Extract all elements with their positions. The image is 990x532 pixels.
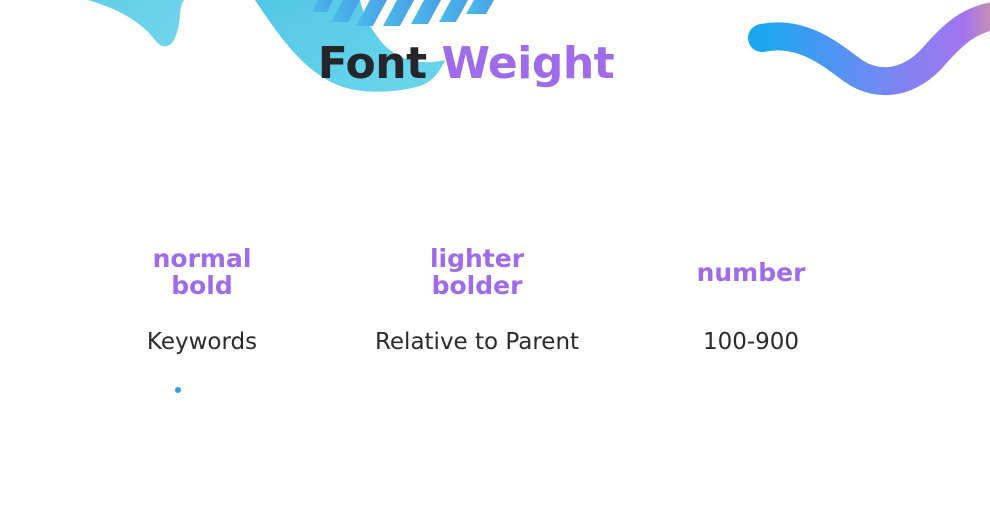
column-number: number 100-900 <box>611 240 891 358</box>
keyword-group: lighter bolder <box>337 240 617 304</box>
title-word-font: Font <box>317 38 427 89</box>
slide: Font Weight normal bold Keywords lighter… <box>0 0 990 532</box>
bullet-dot-icon <box>175 387 181 393</box>
keyword-normal: normal <box>152 244 252 273</box>
column-description: Keywords <box>146 329 258 355</box>
keyword-bolder: bolder <box>431 271 523 300</box>
column-relative: lighter bolder Relative to Parent <box>337 240 617 358</box>
column-description: 100-900 <box>702 329 800 355</box>
keyword-group: normal bold <box>62 240 342 304</box>
title-word-weight: Weight <box>441 38 615 89</box>
keyword-lighter: lighter <box>429 244 525 273</box>
column-description: Relative to Parent <box>374 329 580 355</box>
slide-title: Font Weight <box>0 36 932 92</box>
keyword-bold: bold <box>171 271 233 300</box>
column-keywords: normal bold Keywords <box>62 240 342 358</box>
keyword-group: number <box>611 240 891 304</box>
keyword-number: number <box>696 257 806 287</box>
